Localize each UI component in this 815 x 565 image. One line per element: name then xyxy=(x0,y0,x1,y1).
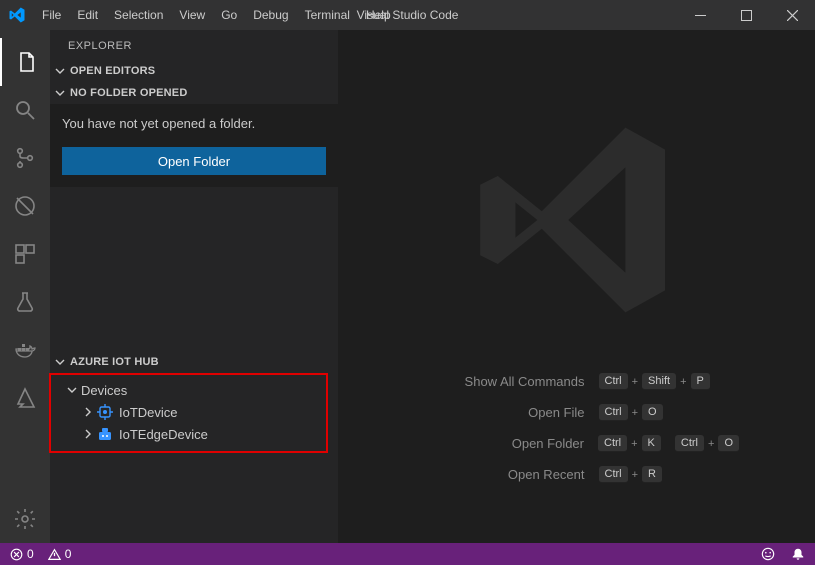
minimize-button[interactable] xyxy=(677,0,723,30)
iot-edge-device-icon xyxy=(97,426,113,442)
source-control-icon xyxy=(13,146,37,170)
kbd: O xyxy=(718,435,739,452)
status-errors[interactable]: 0 xyxy=(10,547,34,561)
activity-source-control[interactable] xyxy=(0,134,50,182)
shortcut-show-all-commands: Show All Commands Ctrl+ Shift+ P xyxy=(415,373,739,390)
window-controls xyxy=(677,0,815,30)
vscode-logo-icon xyxy=(8,6,26,24)
activity-settings[interactable] xyxy=(0,495,50,543)
titlebar: File Edit Selection View Go Debug Termin… xyxy=(0,0,815,30)
chevron-down-icon xyxy=(54,65,66,77)
status-feedback[interactable] xyxy=(761,547,775,561)
menu-edit[interactable]: Edit xyxy=(69,8,106,22)
chevron-down-icon xyxy=(67,385,81,395)
docker-icon xyxy=(13,338,37,362)
open-folder-button[interactable]: Open Folder xyxy=(62,147,326,175)
kbd: Shift xyxy=(642,373,676,390)
status-warnings-count: 0 xyxy=(65,547,72,561)
error-icon xyxy=(10,548,23,561)
tree-node-iotedgedevice[interactable]: IoTEdgeDevice xyxy=(51,423,326,445)
section-no-folder-label: NO FOLDER OPENED xyxy=(70,87,188,99)
kbd: R xyxy=(642,466,662,483)
status-warnings[interactable]: 0 xyxy=(48,547,72,561)
no-folder-body: You have not yet opened a folder. Open F… xyxy=(50,104,338,187)
section-azure-iot-hub-label: AZURE IOT HUB xyxy=(70,356,159,368)
menu-selection[interactable]: Selection xyxy=(106,8,171,22)
search-icon xyxy=(13,98,37,122)
menu-view[interactable]: View xyxy=(171,8,213,22)
activity-search[interactable] xyxy=(0,86,50,134)
menu-debug[interactable]: Debug xyxy=(245,8,296,22)
chevron-right-icon xyxy=(83,407,97,417)
kbd: Ctrl xyxy=(598,435,627,452)
bell-icon xyxy=(791,547,805,561)
tree-node-iotedgedevice-label: IoTEdgeDevice xyxy=(119,427,208,442)
tree-node-devices-label: Devices xyxy=(81,383,127,398)
no-folder-message: You have not yet opened a folder. xyxy=(62,116,326,131)
sidebar-title: EXPLORER xyxy=(50,30,338,60)
activity-docker[interactable] xyxy=(0,326,50,374)
smiley-icon xyxy=(761,547,775,561)
section-azure-iot-hub[interactable]: AZURE IOT HUB xyxy=(50,351,338,373)
kbd: O xyxy=(642,404,663,421)
tree-node-devices[interactable]: Devices xyxy=(51,379,326,401)
tree-node-iotdevice[interactable]: IoTDevice xyxy=(51,401,326,423)
menu-go[interactable]: Go xyxy=(213,8,245,22)
vscode-watermark-icon xyxy=(467,110,687,330)
beaker-icon xyxy=(13,290,37,314)
kbd: K xyxy=(642,435,661,452)
window-title: Visual Studio Code xyxy=(357,8,459,22)
kbd: Ctrl xyxy=(599,466,628,483)
debug-icon xyxy=(13,194,37,218)
maximize-button[interactable] xyxy=(723,0,769,30)
activity-explorer[interactable] xyxy=(0,38,50,86)
iot-device-icon xyxy=(97,404,113,420)
status-errors-count: 0 xyxy=(27,547,34,561)
kbd: P xyxy=(691,373,710,390)
activity-azure[interactable] xyxy=(0,374,50,422)
activity-debug[interactable] xyxy=(0,182,50,230)
kbd: Ctrl xyxy=(675,435,704,452)
editor-welcome: Show All Commands Ctrl+ Shift+ P Open Fi… xyxy=(338,30,815,543)
kbd: Ctrl xyxy=(599,373,628,390)
warning-icon xyxy=(48,548,61,561)
shortcut-open-recent: Open Recent Ctrl+ R xyxy=(415,466,739,483)
status-notifications[interactable] xyxy=(791,547,805,561)
section-open-editors[interactable]: OPEN EDITORS xyxy=(50,60,338,82)
azure-devices-tree: Devices IoTDevice xyxy=(51,377,326,445)
activity-test[interactable] xyxy=(0,278,50,326)
extensions-icon xyxy=(13,242,37,266)
menu-file[interactable]: File xyxy=(34,8,69,22)
chevron-right-icon xyxy=(83,429,97,439)
azure-icon xyxy=(13,386,37,410)
section-no-folder[interactable]: NO FOLDER OPENED xyxy=(50,82,338,104)
shortcut-open-folder: Open Folder Ctrl+ K Ctrl+ O xyxy=(414,435,739,452)
kbd: Ctrl xyxy=(599,404,628,421)
statusbar: 0 0 xyxy=(0,543,815,565)
sidebar-explorer: EXPLORER OPEN EDITORS NO FOLDER OPENED Y… xyxy=(50,30,338,543)
menu-terminal[interactable]: Terminal xyxy=(297,8,358,22)
files-icon xyxy=(14,50,38,74)
tree-node-iotdevice-label: IoTDevice xyxy=(119,405,178,420)
chevron-down-icon xyxy=(54,356,66,368)
close-button[interactable] xyxy=(769,0,815,30)
shortcut-open-file: Open File Ctrl+ O xyxy=(415,404,739,421)
section-open-editors-label: OPEN EDITORS xyxy=(70,65,155,77)
gear-icon xyxy=(13,507,37,531)
activity-extensions[interactable] xyxy=(0,230,50,278)
menubar: File Edit Selection View Go Debug Termin… xyxy=(34,8,399,22)
chevron-down-icon xyxy=(54,87,66,99)
activity-bar xyxy=(0,30,50,543)
welcome-shortcuts: Show All Commands Ctrl+ Shift+ P Open Fi… xyxy=(338,373,815,483)
devices-highlight: Devices IoTDevice xyxy=(49,373,328,453)
